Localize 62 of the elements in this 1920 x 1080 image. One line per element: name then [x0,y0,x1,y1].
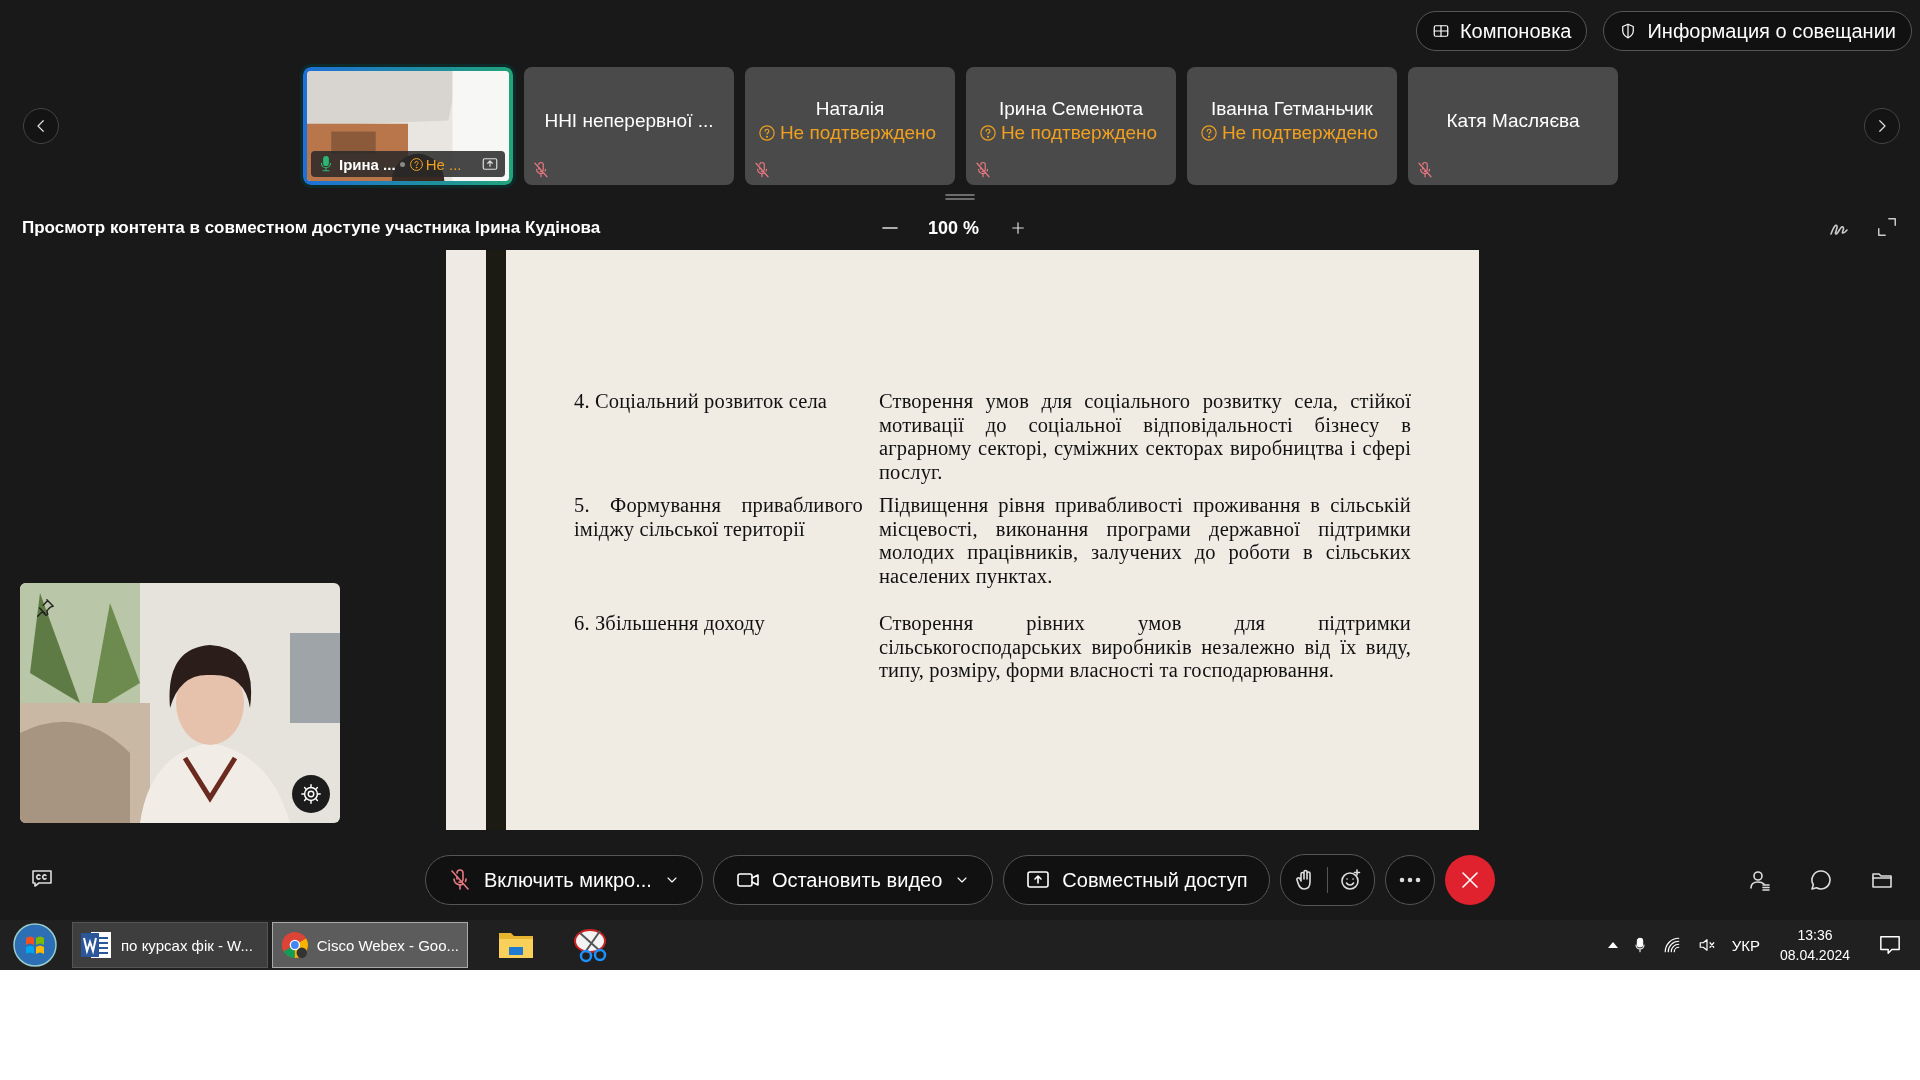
document-description: Створення умов для соціального розвитку села, стійкої мотивації до соціальної відповідальності бізнесу в аграрному секторі, суміжних секторах виробництва і сфері послуг. [879,390,1411,484]
document-topic: 5. Формування привабливого іміджу сільської території [574,494,863,543]
status-text: Не подтверждено [1221,122,1379,144]
participant-name: Ірина ... [339,155,396,173]
chat-icon[interactable] [1809,868,1833,892]
participant-tile[interactable]: Ірина Семенюта Не подтверждено [966,67,1176,185]
next-button[interactable] [1864,108,1900,144]
mic-button[interactable]: Включить микро... [425,855,703,905]
drag-handle-icon[interactable] [945,194,975,200]
participants-icon[interactable] [1748,868,1772,892]
share-title: Просмотр контента в совместном доступе участника Ірина Кудінова [22,218,602,238]
clock-date: 08.04.2024 [1779,946,1850,965]
taskbar-app-button[interactable]: по курсах фік - W... [72,922,268,968]
layout-button[interactable]: Компоновка [1415,11,1588,51]
previous-button[interactable] [23,108,59,144]
participant-name: Катя Масляєва [1446,110,1580,132]
status-text: Не подтверждено [1000,122,1158,144]
show-hidden-icons-icon[interactable] [1607,942,1618,948]
zoom-level: 100 % [928,217,980,239]
participant-tile[interactable]: Іванна Гетманьчик Не подтверждено [1187,67,1397,185]
participant-name: Ірина Семенюта [998,98,1144,120]
participant-tile[interactable]: Наталія Не подтверждено [745,67,955,185]
question-icon [757,124,776,142]
separator-dot-icon [399,161,405,167]
status-text: Не ... [425,155,462,173]
more-button[interactable] [1385,855,1436,905]
pin-icon[interactable] [34,597,56,619]
more-icon [1399,877,1422,883]
document-topic: 4. Соціальний розвиток села [574,390,829,415]
screen-share-icon [481,155,499,173]
minus-icon [882,227,898,229]
notifications-icon[interactable] [1878,934,1902,956]
participant-tile[interactable]: ННІ неперервної ... [524,67,734,185]
document-description: Підвищення рівня привабливості проживання в сільській місцевості, виконання програми державної підтримки молодих працівників, залучених до роботи в сільських населених пунктах. [879,494,1411,588]
reactions-button-group[interactable] [1280,854,1376,906]
document-description: Створення рівних умов для підтримки сільськогосподарських виробників незалежно від їх виду, типу, розміру, форми власності та господарювання. [879,612,1411,683]
participant-name: Наталія [815,98,885,120]
settings-icon [300,783,322,805]
taskbar-app-button[interactable]: Cisco Webex - Goo... [272,922,468,968]
grid-icon [1431,22,1450,40]
question-icon [978,124,997,142]
question-icon [1199,124,1218,142]
participant-name: ННІ неперервної ... [544,110,714,132]
participant-video-tile[interactable]: Ірина ... Не ... [303,67,513,185]
document-app-icon [81,930,113,960]
clock[interactable]: 13:36 08.04.2024 [1779,925,1850,965]
video-button[interactable]: Остановить видео [712,855,994,905]
browser-icon [281,929,309,961]
info-button[interactable]: Информация о совещании [1603,11,1912,51]
start-button[interactable] [12,922,58,968]
document-topic: 6. Збільшення доходу [574,612,766,637]
status-text: Не подтверждено [779,122,937,144]
fullscreen-icon[interactable] [1876,216,1898,238]
end-call-button[interactable] [1445,855,1496,905]
share-button[interactable]: Совместный доступ [1003,855,1271,905]
participant-tile[interactable]: Катя Масляєва [1408,67,1618,185]
muted-mic-icon [448,868,472,892]
clock-time: 13:36 [1797,926,1833,945]
participant-name: Іванна Гетманьчик [1211,98,1373,120]
question-icon [408,156,424,172]
emoji-icon[interactable] [1338,868,1363,892]
input-language[interactable]: УКР [1731,936,1760,954]
